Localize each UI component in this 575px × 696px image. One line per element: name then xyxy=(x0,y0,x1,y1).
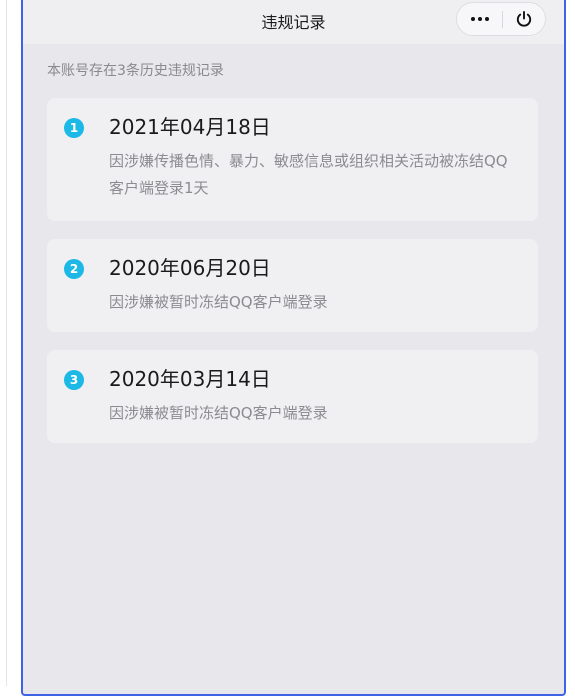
record-date: 2020年06月20日 xyxy=(109,256,271,280)
record-index-badge: 1 xyxy=(64,118,84,138)
nav-bar: 违规记录 xyxy=(23,0,564,44)
record-card[interactable]: 2 2020年06月20日 因涉嫌被暂时冻结QQ客户端登录 xyxy=(47,239,538,332)
record-date: 2020年03月14日 xyxy=(109,367,271,391)
record-index-badge: 3 xyxy=(64,370,84,390)
mini-program-window: 违规记录 本账号存在3条历史违规记录 1 2021年04月18日 因涉嫌传播色情… xyxy=(21,0,566,696)
record-card[interactable]: 1 2021年04月18日 因涉嫌传播色情、暴力、敏感信息或组织相关活动被冻结Q… xyxy=(47,98,538,221)
capsule-menu xyxy=(456,2,546,36)
record-card[interactable]: 3 2020年03月14日 因涉嫌被暂时冻结QQ客户端登录 xyxy=(47,350,538,443)
record-description: 因涉嫌被暂时冻结QQ客户端登录 xyxy=(109,293,328,311)
record-date: 2021年04月18日 xyxy=(109,115,271,139)
record-description: 因涉嫌传播色情、暴力、敏感信息或组织相关活动被冻结QQ客户端登录1天 xyxy=(109,152,508,197)
record-count-notice: 本账号存在3条历史违规记录 xyxy=(47,63,224,79)
record-index-badge: 2 xyxy=(64,259,84,279)
close-button[interactable] xyxy=(503,3,545,35)
record-description: 因涉嫌被暂时冻结QQ客户端登录 xyxy=(109,404,328,422)
power-icon xyxy=(516,11,532,27)
more-button[interactable] xyxy=(457,3,502,35)
outer-divider xyxy=(6,0,7,686)
